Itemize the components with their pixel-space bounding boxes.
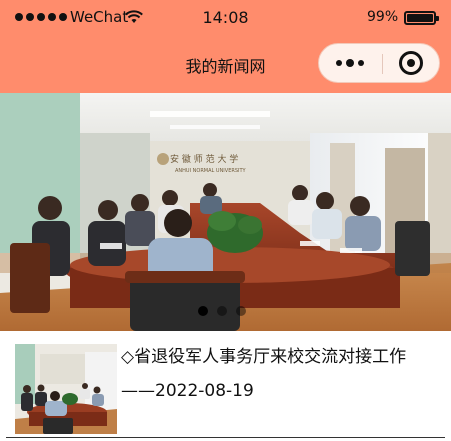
carousel-dot[interactable] xyxy=(236,306,246,316)
carousel-dot[interactable] xyxy=(198,306,208,316)
news-list-item[interactable]: ◇省退役军人事务厅来校交流对接工作 ——2022-08-19 xyxy=(0,331,451,441)
battery-fill xyxy=(407,14,433,22)
battery-icon xyxy=(404,11,439,25)
battery-percent: 99% xyxy=(367,9,399,25)
more-button[interactable] xyxy=(319,44,381,82)
svg-text:安 徽 师 范 大 学: 安 徽 师 范 大 学 xyxy=(170,153,238,165)
list-divider xyxy=(6,437,445,438)
mini-program-capsule xyxy=(318,43,440,83)
carousel-dot[interactable] xyxy=(217,306,227,316)
banner-image: 安 徽 师 范 大 学 ANHUI NORMAL UNIVERSITY xyxy=(0,93,451,331)
more-dots-icon xyxy=(336,60,342,66)
status-bar: WeChat 14:08 99% xyxy=(0,0,451,36)
banner-carousel[interactable]: 安 徽 师 范 大 学 ANHUI NORMAL UNIVERSITY xyxy=(0,93,451,331)
close-button[interactable] xyxy=(383,44,439,82)
news-date: ——2022-08-19 xyxy=(121,381,254,401)
carousel-indicators xyxy=(198,306,246,316)
nav-bar: 我的新闻网 xyxy=(0,36,451,93)
news-title[interactable]: ◇省退役军人事务厅来校交流对接工作 xyxy=(121,346,446,368)
target-circle-icon xyxy=(399,51,423,75)
news-thumbnail xyxy=(15,344,117,434)
banner-logo-text: ANHUI NORMAL UNIVERSITY xyxy=(175,168,247,174)
